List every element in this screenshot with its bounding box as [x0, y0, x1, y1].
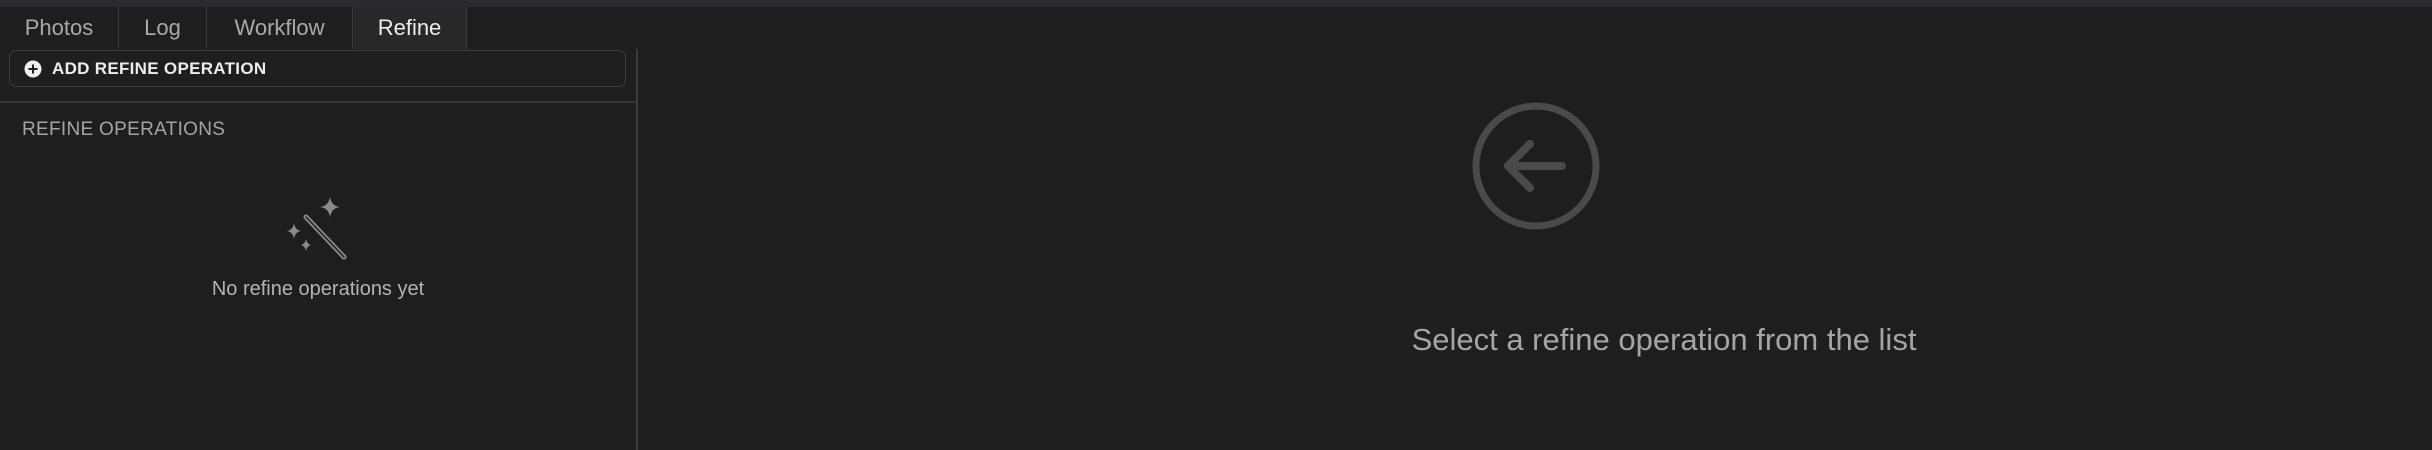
plus-circle-icon [24, 60, 42, 77]
add-refine-operation-label: ADD REFINE OPERATION [52, 58, 267, 78]
tab-photos[interactable]: Photos [0, 7, 119, 49]
window-top-strip [0, 0, 2432, 7]
tab-log[interactable]: Log [119, 7, 207, 49]
tab-workflow[interactable]: Workflow [207, 7, 353, 49]
empty-state-text: No refine operations yet [211, 278, 425, 300]
section-title: REFINE OPERATIONS [22, 119, 226, 140]
divider [0, 101, 636, 103]
refine-sidebar: ADD REFINE OPERATION REFINE OPERATIONS N… [0, 49, 638, 450]
detail-pane: Select a refine operation from the list [640, 49, 2432, 450]
tab-refine[interactable]: Refine [353, 7, 467, 49]
tab-bar: Photos Log Workflow Refine [0, 7, 2432, 49]
add-refine-operation-button[interactable]: ADD REFINE OPERATION [9, 50, 626, 87]
select-operation-message: Select a refine operation from the list [1411, 322, 1917, 357]
arrow-left-circle-icon [1472, 102, 1600, 230]
magic-wand-icon [287, 197, 347, 260]
